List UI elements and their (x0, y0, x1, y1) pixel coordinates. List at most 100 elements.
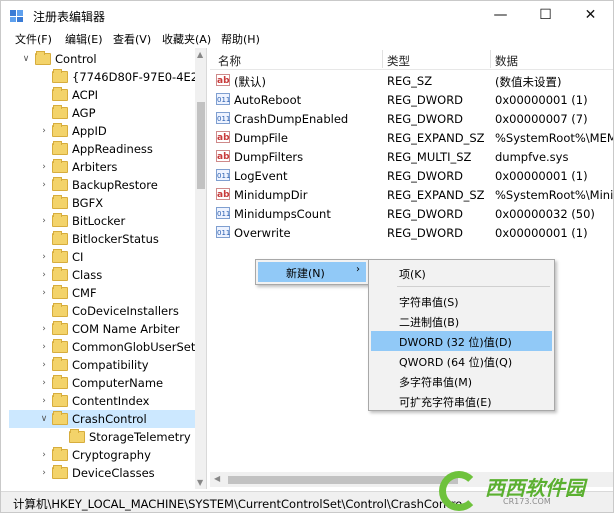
chevron-right-icon[interactable]: › (39, 161, 49, 173)
chevron-right-icon[interactable]: › (39, 341, 49, 353)
menu-item-label: QWORD (64 位)值(Q) (399, 356, 513, 369)
tree-item-label: Cryptography (72, 448, 151, 462)
tree-item[interactable]: BitlockerStatus (9, 230, 195, 248)
column-divider[interactable] (382, 50, 383, 68)
value-type: REG_EXPAND_SZ (387, 131, 485, 145)
folder-icon (52, 303, 68, 317)
tree-item-label: Arbiters (72, 160, 118, 174)
close-icon[interactable]: ✕ (568, 1, 613, 29)
tree-item[interactable]: AppReadiness (9, 140, 195, 158)
folder-icon (52, 159, 68, 173)
folder-icon (52, 213, 68, 227)
menu-item-label: 可扩充字符串值(E) (399, 396, 492, 409)
table-row[interactable]: ab (默认) REG_SZ (数值未设置) (210, 71, 613, 90)
chevron-right-icon[interactable]: › (39, 269, 49, 281)
menu-item-dword-value[interactable]: DWORD (32 位)值(D) (371, 331, 552, 351)
tree-item[interactable]: › Compatibility (9, 356, 195, 374)
value-name: (默认) (234, 75, 266, 89)
column-header-data[interactable]: 数据 (495, 53, 518, 69)
chevron-right-icon[interactable]: › (39, 377, 49, 389)
value-data: 0x00000007 (7) (495, 112, 588, 126)
tree-item-label: Control (55, 52, 97, 66)
chevron-right-icon[interactable]: › (39, 395, 49, 407)
chevron-right-icon[interactable]: › (39, 449, 49, 461)
scroll-down-icon[interactable]: ▼ (197, 478, 203, 487)
chevron-right-icon[interactable]: › (39, 215, 49, 227)
tree-item[interactable]: › COM Name Arbiter (9, 320, 195, 338)
tree-item-crashcontrol[interactable]: ∨ CrashControl (9, 410, 195, 428)
chevron-down-icon[interactable]: ∨ (39, 413, 49, 425)
tree-item[interactable]: › Cryptography (9, 446, 195, 464)
scrollbar-thumb[interactable] (197, 102, 205, 189)
tree-item[interactable]: › ComputerName (9, 374, 195, 392)
menu-item-expandable-string-value[interactable]: 可扩充字符串值(E) (371, 391, 552, 411)
table-row[interactable]: ab DumpFilters REG_MULTI_SZ dumpfve.sys (210, 147, 613, 166)
scrollbar-thumb[interactable] (228, 476, 458, 484)
menu-item-multi-string-value[interactable]: 多字符串值(M) (371, 371, 552, 391)
tree-item[interactable]: › AppID (9, 122, 195, 140)
scroll-up-icon[interactable]: ▲ (197, 50, 203, 59)
tree-item[interactable]: BGFX (9, 194, 195, 212)
tree-item-label: CMF (72, 286, 97, 300)
tree-item-label: Class (72, 268, 103, 282)
chevron-right-icon[interactable]: › (39, 359, 49, 371)
minimize-icon[interactable]: — (478, 1, 523, 29)
menu-item-new[interactable]: 新建(N) › (258, 262, 366, 282)
tree-item-control[interactable]: ∨ Control (9, 50, 195, 68)
table-row[interactable]: ab DumpFile REG_EXPAND_SZ %SystemRoot%\M… (210, 128, 613, 147)
value-data: 0x00000001 (1) (495, 93, 588, 107)
tree-item[interactable]: › Class (9, 266, 195, 284)
tree-scrollbar[interactable]: ▲ ▼ (195, 48, 206, 489)
tree-item[interactable]: › DeviceClasses (9, 464, 195, 482)
tree-item[interactable]: › CommonGlobUserSett (9, 338, 200, 356)
title-bar: 注册表编辑器 — ☐ ✕ (1, 1, 613, 29)
tree-item[interactable]: › BitLocker (9, 212, 195, 230)
maximize-icon[interactable]: ☐ (523, 1, 568, 29)
scroll-left-icon[interactable]: ◀ (214, 474, 220, 483)
menu-help[interactable]: 帮助(H) (221, 31, 260, 47)
value-type: REG_DWORD (387, 93, 464, 107)
menu-view[interactable]: 查看(V) (113, 31, 151, 47)
tree-item[interactable]: StorageTelemetry (9, 428, 195, 446)
menu-item-string-value[interactable]: 字符串值(S) (371, 291, 552, 311)
tree-item[interactable]: › Arbiters (9, 158, 195, 176)
menu-edit[interactable]: 编辑(E) (65, 31, 103, 47)
tree-item-label: BitlockerStatus (72, 232, 159, 246)
table-row[interactable]: ab MinidumpDir REG_EXPAND_SZ %SystemRoot… (210, 185, 613, 204)
column-header-name[interactable]: 名称 (218, 53, 241, 69)
column-header-type[interactable]: 类型 (387, 53, 410, 69)
tree-item-label: CommonGlobUserSett (72, 340, 200, 354)
table-row[interactable]: 011 CrashDumpEnabled REG_DWORD 0x0000000… (210, 109, 613, 128)
tree-item[interactable]: › CMF (9, 284, 195, 302)
table-row[interactable]: 011 Overwrite REG_DWORD 0x00000001 (1) (210, 223, 613, 242)
chevron-right-icon[interactable]: › (39, 287, 49, 299)
tree-item[interactable]: › BackupRestore (9, 176, 195, 194)
tree-item-label: CrashControl (72, 412, 147, 426)
chevron-right-icon[interactable]: › (39, 251, 49, 263)
chevron-right-icon[interactable]: › (39, 179, 49, 191)
chevron-right-icon[interactable]: › (39, 467, 49, 479)
tree-item[interactable]: {7746D80F-97E0-4E26- (9, 68, 206, 86)
chevron-right-icon[interactable]: › (39, 323, 49, 335)
tree-item[interactable]: › CI (9, 248, 195, 266)
chevron-right-icon[interactable]: › (39, 125, 49, 137)
tree-item[interactable]: CoDeviceInstallers (9, 302, 195, 320)
tree-item[interactable]: AGP (9, 104, 195, 122)
tree-item[interactable]: › ContentIndex (9, 392, 195, 410)
menu-item-binary-value[interactable]: 二进制值(B) (371, 311, 552, 331)
menu-item-qword-value[interactable]: QWORD (64 位)值(Q) (371, 351, 552, 371)
table-row[interactable]: 011 MinidumpsCount REG_DWORD 0x00000032 … (210, 204, 613, 223)
table-row[interactable]: 011 LogEvent REG_DWORD 0x00000001 (1) (210, 166, 613, 185)
table-row[interactable]: 011 AutoReboot REG_DWORD 0x00000001 (1) (210, 90, 613, 109)
chevron-down-icon[interactable]: ∨ (21, 53, 31, 65)
menu-item-key[interactable]: 项(K) (371, 263, 552, 283)
chevron-right-icon: › (356, 264, 360, 275)
value-type: REG_DWORD (387, 207, 464, 221)
menu-favorites[interactable]: 收藏夹(A) (162, 31, 211, 47)
menu-file[interactable]: 文件(F) (15, 31, 52, 47)
value-type: REG_SZ (387, 74, 433, 88)
column-divider[interactable] (490, 50, 491, 68)
tree-item[interactable]: ACPI (9, 86, 195, 104)
registry-key-tree[interactable]: ∨ Control {7746D80F-97E0-4E26- ACPI AGP … (9, 48, 207, 489)
binary-value-icon: 011 (216, 169, 230, 181)
